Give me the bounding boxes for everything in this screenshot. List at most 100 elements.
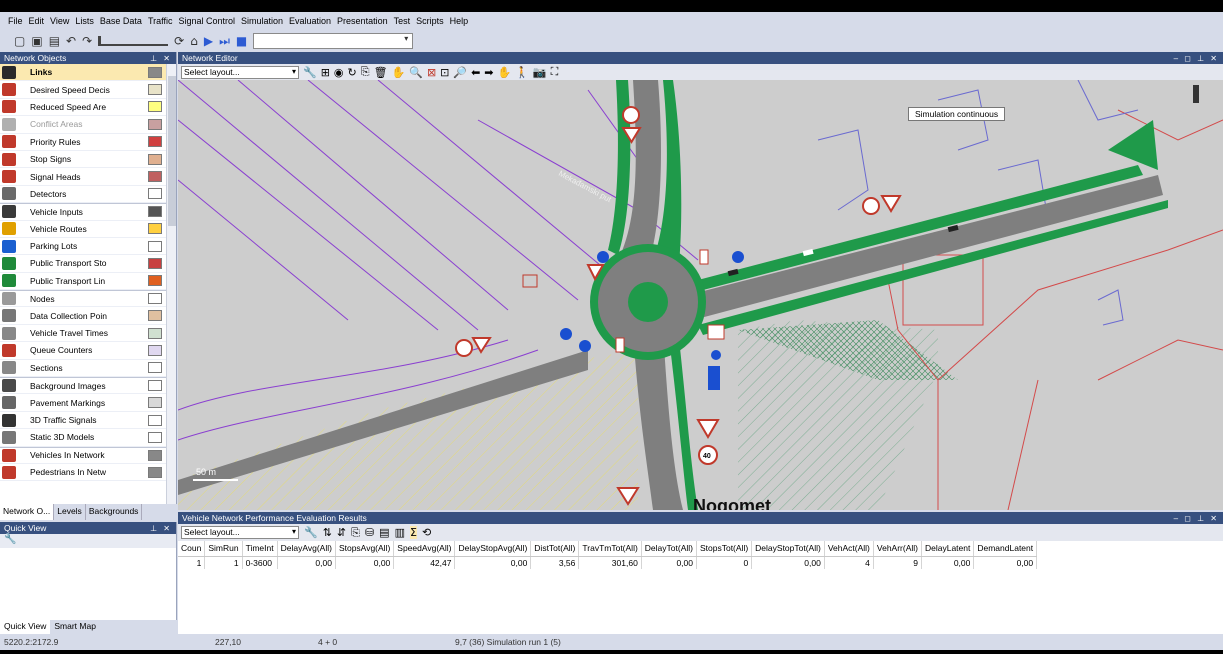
window-controls[interactable]: – ◻ ⊥ ✕ xyxy=(1174,514,1219,523)
3d-icon[interactable]: ⛶ xyxy=(551,65,559,79)
column-header[interactable]: TimeInt xyxy=(242,541,278,557)
wrench-icon[interactable]: 🔧 xyxy=(304,526,318,539)
globe-icon[interactable]: ◉ xyxy=(334,66,344,79)
object-color-swatch[interactable] xyxy=(148,206,162,218)
object-color-swatch[interactable] xyxy=(148,136,162,148)
network-object-row[interactable]: Pavement Markings xyxy=(0,394,166,412)
zoom-out-icon[interactable]: 🔎 xyxy=(453,66,467,79)
table-row[interactable]: 1 1 0-3600 0,00 0,00 42,47 0,00 3,56 301,60 0,00 0… xyxy=(178,556,1038,569)
network-object-row[interactable]: Static 3D Models xyxy=(0,429,166,447)
network-object-row[interactable]: Vehicles In Network xyxy=(0,446,166,464)
sum-icon[interactable]: Σ xyxy=(409,526,417,539)
tab-backgrounds[interactable]: Backgrounds xyxy=(86,504,143,520)
object-color-swatch[interactable] xyxy=(148,118,162,130)
toolbar-combo[interactable]: ▾ xyxy=(253,33,414,49)
redo-icon[interactable]: ↷ xyxy=(82,34,92,48)
column-header[interactable]: DelayTot(All) xyxy=(641,541,697,557)
network-object-row[interactable]: Signal Heads xyxy=(0,168,166,186)
object-color-swatch[interactable] xyxy=(148,84,162,96)
wrench-icon[interactable]: 🔧 xyxy=(0,534,176,548)
menu-signal-control[interactable]: Signal Control xyxy=(175,16,238,26)
home-icon[interactable]: ⌂ xyxy=(190,34,198,48)
network-object-row[interactable]: Public Transport Lin xyxy=(0,273,166,291)
network-object-row[interactable]: Parking Lots xyxy=(0,238,166,256)
sync-icon[interactable]: ⟲ xyxy=(422,526,431,539)
column-header[interactable]: SimRun xyxy=(204,541,243,557)
column-header[interactable]: DelayAvg(All) xyxy=(277,541,336,557)
copy-icon[interactable]: ⎘ xyxy=(361,65,370,79)
zoom-extents-icon[interactable]: ⊠ xyxy=(427,66,436,79)
object-color-swatch[interactable] xyxy=(148,397,162,409)
open-icon[interactable]: ▣ xyxy=(31,34,42,48)
object-color-swatch[interactable] xyxy=(148,257,162,269)
hand-icon[interactable]: ✋ xyxy=(498,66,512,79)
stop-icon[interactable]: ■ xyxy=(236,34,247,48)
network-object-row[interactable]: Queue Counters xyxy=(0,342,166,360)
column-header[interactable]: StopsTot(All) xyxy=(696,541,753,557)
network-object-row[interactable]: Data Collection Poin xyxy=(0,307,166,325)
object-color-swatch[interactable] xyxy=(148,449,162,461)
object-color-swatch[interactable] xyxy=(148,310,162,322)
object-color-swatch[interactable] xyxy=(148,153,162,165)
tab-smart-map[interactable]: Smart Map xyxy=(50,620,100,634)
forward-icon[interactable]: ➡ xyxy=(484,66,493,79)
network-object-row[interactable]: Detectors xyxy=(0,186,166,204)
object-color-swatch[interactable] xyxy=(148,66,162,78)
database-icon[interactable]: ⛁ xyxy=(365,526,374,539)
save-icon[interactable]: ▤ xyxy=(49,34,60,48)
zoom-in-icon[interactable]: 🔍 xyxy=(409,66,423,79)
window-controls[interactable]: – ◻ ⊥ ✕ xyxy=(1174,54,1219,63)
network-object-row[interactable]: Stop Signs xyxy=(0,151,166,169)
copy-icon[interactable]: ⎘ xyxy=(351,526,360,540)
network-canvas[interactable]: 50 m Mekađamski put Nogomet 40 xyxy=(178,80,1223,510)
object-color-swatch[interactable] xyxy=(148,344,162,356)
save-as-icon[interactable]: ▥ xyxy=(395,526,405,539)
network-object-row[interactable]: Reduced Speed Are xyxy=(0,99,166,117)
step-forward-icon[interactable]: ⏭ xyxy=(219,34,230,49)
menu-presentation[interactable]: Presentation xyxy=(334,16,391,26)
tab-network-objects[interactable]: Network O... xyxy=(0,504,55,520)
delete-icon[interactable]: 🗑 xyxy=(374,66,388,79)
network-object-row[interactable]: Vehicle Travel Times xyxy=(0,325,166,343)
network-object-row[interactable]: Priority Rules xyxy=(0,134,166,151)
column-header[interactable]: DemandLatent xyxy=(973,541,1038,557)
object-color-swatch[interactable] xyxy=(148,327,162,339)
screenshot-icon[interactable]: 📷 xyxy=(533,66,547,79)
pedestrian-icon[interactable]: 🚶 xyxy=(515,66,529,79)
simulation-speed-slider[interactable] xyxy=(98,36,169,46)
menu-scripts[interactable]: Scripts xyxy=(413,16,447,26)
object-color-swatch[interactable] xyxy=(148,171,162,183)
object-color-swatch[interactable] xyxy=(148,362,162,374)
network-object-row[interactable]: Background Images xyxy=(0,377,166,395)
column-header[interactable]: TravTmTot(All) xyxy=(578,541,642,557)
back-icon[interactable]: ⬅ xyxy=(471,66,480,79)
menu-test[interactable]: Test xyxy=(391,16,414,26)
object-color-swatch[interactable] xyxy=(148,414,162,426)
network-object-row[interactable]: Nodes xyxy=(0,290,166,308)
column-header[interactable]: DistTot(All) xyxy=(530,541,580,557)
tab-quick-view[interactable]: Quick View xyxy=(0,620,51,634)
column-header[interactable]: VehAct(All) xyxy=(824,541,874,557)
panel-pin-close-icons[interactable]: ⊥ ✕ xyxy=(150,524,172,533)
menu-edit[interactable]: Edit xyxy=(26,16,48,26)
menu-lists[interactable]: Lists xyxy=(72,16,97,26)
scrollbar-thumb[interactable] xyxy=(168,76,176,226)
step-icon[interactable]: ⟳ xyxy=(174,34,184,48)
undo-icon[interactable]: ↶ xyxy=(66,34,76,48)
object-color-swatch[interactable] xyxy=(148,380,162,392)
object-list-scrollbar[interactable] xyxy=(166,64,176,504)
column-header[interactable]: SpeedAvg(All) xyxy=(393,541,456,557)
network-object-row[interactable]: Desired Speed Decis xyxy=(0,81,166,99)
panel-pin-close-icons[interactable]: ⊥ ✕ xyxy=(150,54,172,63)
grid-icon[interactable]: ⊞ xyxy=(321,66,330,79)
column-header[interactable]: Coun xyxy=(178,541,206,557)
network-object-row[interactable]: 3D Traffic Signals xyxy=(0,412,166,430)
network-object-row[interactable]: Conflict Areas xyxy=(0,116,166,134)
network-object-row[interactable]: Sections xyxy=(0,360,166,378)
column-header[interactable]: DelayStopAvg(All) xyxy=(454,541,532,557)
menu-file[interactable]: File xyxy=(5,16,26,26)
network-object-row[interactable]: Vehicle Routes xyxy=(0,221,166,238)
object-color-swatch[interactable] xyxy=(148,431,162,443)
zoom-window-icon[interactable]: ⊡ xyxy=(440,66,449,79)
object-color-swatch[interactable] xyxy=(148,101,162,113)
